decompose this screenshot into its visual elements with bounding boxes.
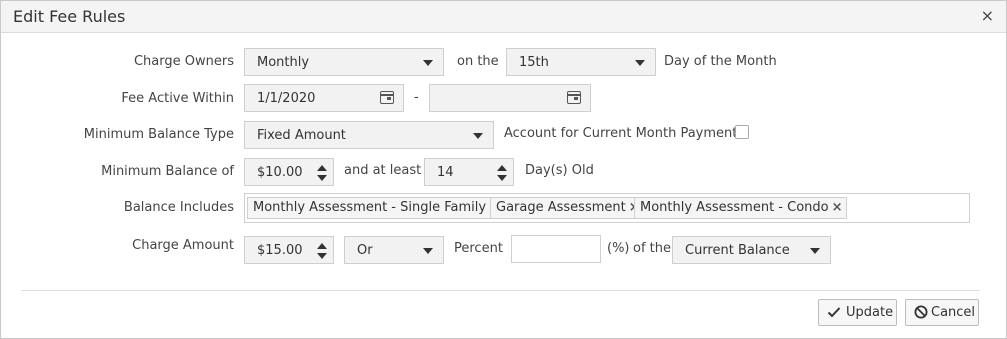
update-label: Update: [846, 305, 894, 320]
operator-value: Or: [357, 243, 373, 258]
percent-unit-text: (%): [607, 241, 630, 256]
of-the-text: of the: [633, 241, 671, 256]
day-select[interactable]: 15th: [506, 48, 656, 76]
calendar-icon[interactable]: [567, 91, 581, 104]
min-balance-type-value: Fixed Amount: [257, 128, 346, 143]
end-date-input[interactable]: [429, 84, 591, 112]
balance-tag: Monthly Assessment - Condo ×: [634, 197, 847, 219]
start-date-value: 1/1/2020: [257, 91, 316, 106]
balance-tag: Monthly Assessment - Single Family×: [247, 197, 504, 219]
spinner-icon[interactable]: [497, 164, 507, 182]
days-old-value: 14: [437, 165, 454, 180]
calendar-icon[interactable]: [380, 91, 394, 104]
spinner-icon[interactable]: [317, 164, 327, 182]
cancel-button[interactable]: Cancel: [905, 299, 979, 326]
operator-select[interactable]: Or: [344, 236, 444, 264]
min-balance-value: $10.00: [257, 165, 303, 180]
charge-amount-stepper[interactable]: $15.00: [244, 236, 334, 264]
min-balance-type-select[interactable]: Fixed Amount: [244, 121, 494, 149]
charge-amount-label: Charge Amount: [132, 238, 234, 253]
dialog-title: Edit Fee Rules: [13, 7, 126, 26]
min-balance-type-label: Minimum Balance Type: [83, 127, 234, 142]
update-button[interactable]: Update: [818, 299, 897, 326]
start-date-input[interactable]: 1/1/2020: [244, 84, 404, 112]
charge-amount-value: $15.00: [257, 243, 303, 258]
close-icon[interactable]: ×: [981, 7, 994, 25]
current-month-payment-checkbox[interactable]: [735, 125, 749, 139]
days-old-stepper[interactable]: 14: [424, 158, 514, 186]
balance-includes-label: Balance Includes: [123, 200, 234, 215]
balance-tag-label: Garage Assessment: [496, 200, 626, 215]
fee-active-label: Fee Active Within: [121, 91, 234, 106]
balance-includes-multiselect[interactable]: Monthly Assessment - Single Family× Gara…: [244, 193, 970, 223]
date-separator: -: [414, 90, 419, 105]
frequency-select[interactable]: Monthly: [244, 48, 444, 76]
balance-tag-label: Monthly Assessment - Single Family: [253, 200, 487, 215]
chevron-down-icon: [473, 133, 483, 139]
balance-tag-label: Monthly Assessment - Condo: [640, 200, 829, 215]
cancel-label: Cancel: [931, 305, 976, 320]
basis-value: Current Balance: [685, 243, 790, 258]
checkmark-icon: [827, 307, 841, 318]
and-at-least-text: and at least: [344, 163, 422, 178]
charge-owners-label: Charge Owners: [133, 54, 234, 69]
chevron-down-icon: [635, 60, 645, 66]
footer-divider: [21, 290, 980, 291]
chevron-down-icon: [423, 248, 433, 254]
dialog-titlebar: Edit Fee Rules ×: [1, 1, 1006, 33]
frequency-value: Monthly: [257, 55, 310, 70]
min-balance-label: Minimum Balance of: [101, 164, 234, 179]
chevron-down-icon: [423, 60, 433, 66]
remove-tag-icon[interactable]: ×: [832, 198, 843, 218]
basis-select[interactable]: Current Balance: [672, 236, 831, 264]
day-value: 15th: [519, 55, 549, 70]
percent-label: Percent: [454, 241, 503, 256]
min-balance-stepper[interactable]: $10.00: [244, 158, 334, 186]
current-month-payment-label: Account for Current Month Payment: [504, 126, 738, 141]
edit-fee-rules-dialog: Edit Fee Rules × Charge Owners Monthly o…: [0, 0, 1007, 339]
ban-icon: [914, 305, 928, 319]
day-of-month-text: Day of the Month: [664, 54, 777, 69]
chevron-down-icon: [810, 248, 820, 254]
spinner-icon[interactable]: [317, 242, 327, 260]
on-the-text: on the: [457, 54, 499, 69]
days-old-text: Day(s) Old: [525, 163, 594, 178]
balance-tag: Garage Assessment×: [490, 197, 644, 219]
percent-input[interactable]: [511, 235, 601, 263]
